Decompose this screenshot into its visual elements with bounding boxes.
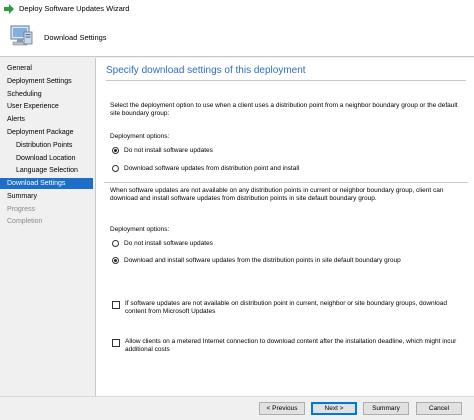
- wizard-footer: < Previous Next > Summary Cancel: [0, 396, 474, 420]
- radio-checked[interactable]: [112, 146, 119, 154]
- radio-checked[interactable]: [112, 256, 119, 264]
- checkbox-metered-connection[interactable]: Allow clients on a metered Internet conn…: [112, 338, 462, 354]
- wizard-header: Download Settings: [0, 17, 474, 57]
- next-button[interactable]: Next >: [311, 402, 357, 415]
- nav-item-deployment-package[interactable]: Deployment Package: [0, 127, 93, 138]
- window-titlebar: Deploy Software Updates Wizard: [0, 0, 474, 17]
- nav-item-user-experience[interactable]: User Experience: [0, 101, 93, 112]
- nav-item-summary[interactable]: Summary: [0, 191, 93, 202]
- checkbox-microsoft-updates[interactable]: If software updates are not available on…: [112, 300, 462, 316]
- section2-option-download-default[interactable]: Download and install software updates fr…: [112, 255, 401, 265]
- nav-item-download-location[interactable]: Download Location: [0, 153, 93, 164]
- title-divider: [106, 80, 466, 81]
- nav-item-alerts[interactable]: Alerts: [0, 114, 93, 125]
- checkbox[interactable]: [112, 301, 120, 309]
- window-title: Deploy Software Updates Wizard: [19, 4, 130, 13]
- computer-icon: [8, 23, 34, 49]
- section2-group-label: Deployment options:: [110, 226, 170, 233]
- deploy-arrow-icon: [4, 3, 14, 14]
- option-label: Download and install software updates fr…: [124, 256, 401, 264]
- content-panel: Specify download settings of this deploy…: [95, 58, 474, 396]
- nav-item-deployment-settings[interactable]: Deployment Settings: [0, 76, 93, 87]
- header-title: Download Settings: [44, 33, 107, 42]
- checkbox-label: If software updates are not available on…: [125, 300, 447, 315]
- nav-item-download-settings[interactable]: Download Settings: [0, 178, 93, 189]
- summary-button[interactable]: Summary: [363, 402, 409, 415]
- section1-option-download-install[interactable]: Download software updates from distribut…: [112, 163, 299, 173]
- option-label: Do not install software updates: [124, 239, 213, 247]
- page-title: Specify download settings of this deploy…: [106, 65, 306, 76]
- previous-button[interactable]: < Previous: [259, 402, 305, 415]
- radio-unchecked[interactable]: [112, 164, 119, 172]
- section2-option-do-not-install[interactable]: Do not install software updates: [112, 238, 213, 248]
- section1-group-label: Deployment options:: [110, 133, 170, 140]
- section1-description: Select the deployment option to use when…: [110, 102, 458, 117]
- cancel-button[interactable]: Cancel: [416, 402, 462, 415]
- nav-item-language-selection[interactable]: Language Selection: [0, 165, 93, 176]
- nav-item-distribution-points[interactable]: Distribution Points: [0, 140, 93, 151]
- nav-item-completion: Completion: [7, 218, 43, 225]
- checkbox[interactable]: [112, 339, 120, 347]
- nav-item-progress: Progress: [7, 206, 36, 213]
- section-divider: [104, 182, 468, 183]
- section2-description: When software updates are not available …: [110, 187, 444, 202]
- radio-unchecked[interactable]: [112, 239, 119, 247]
- option-label: Do not install software updates: [124, 146, 213, 154]
- option-label: Download software updates from distribut…: [124, 164, 300, 172]
- section1-option-do-not-install[interactable]: Do not install software updates: [112, 145, 213, 155]
- wizard-nav: General Deployment Settings Scheduling U…: [0, 58, 93, 396]
- nav-item-general[interactable]: General: [0, 63, 93, 74]
- nav-item-scheduling[interactable]: Scheduling: [0, 89, 93, 100]
- checkbox-label: Allow clients on a metered Internet conn…: [125, 338, 457, 353]
